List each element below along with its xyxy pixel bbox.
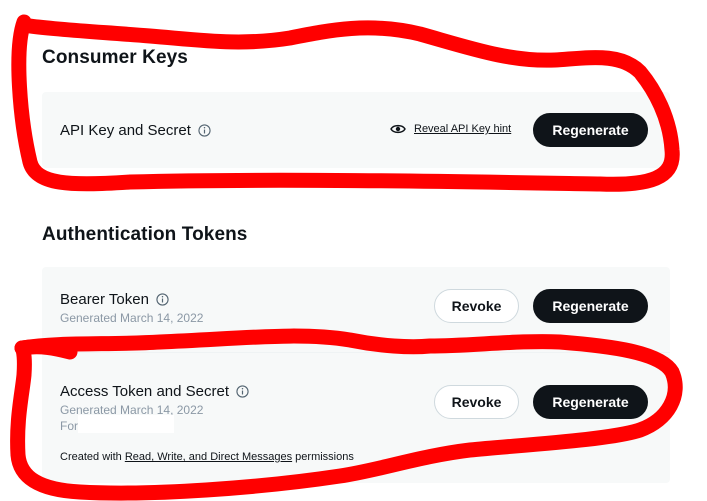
reveal-api-key-hint-link[interactable]: Reveal API Key hint bbox=[390, 123, 511, 135]
api-key-row: API Key and Secret Reveal API Key hint R… bbox=[42, 92, 670, 168]
eye-icon bbox=[390, 124, 406, 134]
bearer-token-title: Bearer Token bbox=[60, 291, 169, 308]
bearer-token-revoke-button[interactable]: Revoke bbox=[434, 289, 519, 323]
consumer-keys-panel: API Key and Secret Reveal API Key hint R… bbox=[42, 92, 670, 168]
info-icon[interactable] bbox=[236, 385, 249, 398]
consumer-keys-heading: Consumer Keys bbox=[42, 47, 188, 68]
api-key-label: API Key and Secret bbox=[60, 122, 191, 139]
info-icon[interactable] bbox=[198, 124, 211, 137]
access-token-permissions-note: Created with Read, Write, and Direct Mes… bbox=[60, 451, 354, 463]
info-icon[interactable] bbox=[156, 293, 169, 306]
api-key-regenerate-button[interactable]: Regenerate bbox=[533, 113, 648, 147]
bearer-token-generated-date: Generated March 14, 2022 bbox=[60, 311, 204, 325]
permissions-note-suffix: permissions bbox=[292, 451, 354, 463]
redacted-account-name bbox=[78, 415, 174, 433]
authentication-tokens-heading: Authentication Tokens bbox=[42, 224, 248, 245]
access-token-for-label: For bbox=[60, 419, 78, 433]
access-token-title: Access Token and Secret bbox=[60, 383, 249, 400]
permissions-link[interactable]: Read, Write, and Direct Messages bbox=[125, 451, 292, 463]
bearer-token-label: Bearer Token bbox=[60, 291, 149, 308]
access-token-row: Access Token and Secret Generated March … bbox=[42, 353, 670, 483]
access-token-regenerate-button[interactable]: Regenerate bbox=[533, 385, 648, 419]
permissions-note-prefix: Created with bbox=[60, 451, 125, 463]
access-token-label: Access Token and Secret bbox=[60, 383, 229, 400]
authentication-tokens-panel: Bearer Token Generated March 14, 2022 Re… bbox=[42, 267, 670, 483]
access-token-revoke-button[interactable]: Revoke bbox=[434, 385, 519, 419]
reveal-api-key-hint-label: Reveal API Key hint bbox=[414, 123, 512, 135]
api-key-title: API Key and Secret bbox=[60, 122, 211, 139]
bearer-token-row: Bearer Token Generated March 14, 2022 Re… bbox=[42, 267, 670, 347]
bearer-token-regenerate-button[interactable]: Regenerate bbox=[533, 289, 648, 323]
